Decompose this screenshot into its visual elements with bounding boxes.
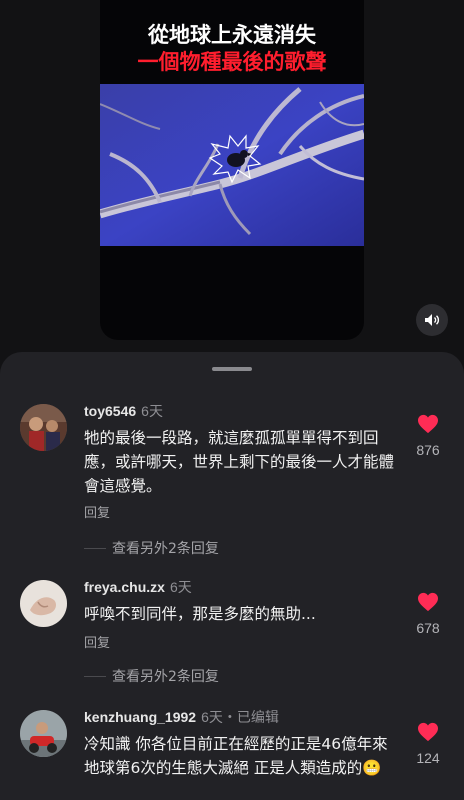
- comment-text: 牠的最後一段路，就這麼孤孤單單得不到回應，或許哪天，世界上剩下的最後一人才能體會…: [84, 429, 395, 495]
- avatar[interactable]: [20, 710, 67, 757]
- comment-username[interactable]: toy6546: [84, 403, 136, 419]
- video-caption: 從地球上永遠消失 一個物種最後的歌聲: [100, 22, 364, 76]
- like-count: 876: [416, 442, 440, 458]
- divider: [84, 675, 106, 677]
- like-count: 124: [416, 750, 440, 766]
- drag-handle[interactable]: [212, 367, 252, 371]
- view-replies-label: 查看另外2条回复: [112, 669, 219, 685]
- comment-time: 6天: [169, 579, 192, 595]
- mute-button[interactable]: [416, 304, 448, 336]
- comment-time: 6天: [141, 403, 163, 419]
- like-button[interactable]: 678: [412, 592, 444, 636]
- comment-time: 6天・已编辑: [201, 709, 279, 725]
- like-count: 678: [416, 620, 440, 636]
- video-player[interactable]: 從地球上永遠消失 一個物種最後的歌聲: [100, 0, 364, 340]
- video-frame-bird-on-branch: [100, 84, 364, 246]
- like-button[interactable]: 124: [412, 722, 444, 766]
- view-more-replies[interactable]: 查看另外2条回复: [84, 666, 219, 685]
- avatar[interactable]: [20, 404, 67, 451]
- divider: [84, 547, 106, 549]
- comment-text: 冷知識 你各位目前正在經歷的正是46億年來地球第6次的生態大滅絕 正是人類造成的…: [84, 735, 388, 777]
- speaker-mute-icon: [425, 314, 440, 326]
- comment-username[interactable]: kenzhuang_1992: [84, 709, 196, 725]
- view-more-replies[interactable]: 查看另外2条回复: [84, 538, 219, 557]
- view-replies-label: 查看另外2条回复: [112, 541, 219, 557]
- heart-icon: [418, 592, 438, 612]
- comment-text: 呼喚不到同伴，那是多麼的無助...: [84, 605, 316, 623]
- comment-username[interactable]: freya.chu.zx: [84, 579, 165, 595]
- reply-button[interactable]: 回复: [84, 502, 110, 521]
- reply-button[interactable]: 回复: [84, 632, 110, 651]
- heart-icon: [418, 722, 438, 742]
- avatar[interactable]: [20, 580, 67, 627]
- video-title-line2: 一個物種最後的歌聲: [137, 50, 327, 74]
- comments-panel: toy6546 6天 牠的最後一段路，就這麼孤孤單單得不到回應，或許哪天，世界上剩…: [0, 352, 464, 800]
- like-button[interactable]: 876: [412, 414, 444, 458]
- heart-icon: [418, 414, 438, 434]
- video-title-line1: 從地球上永遠消失: [148, 23, 316, 47]
